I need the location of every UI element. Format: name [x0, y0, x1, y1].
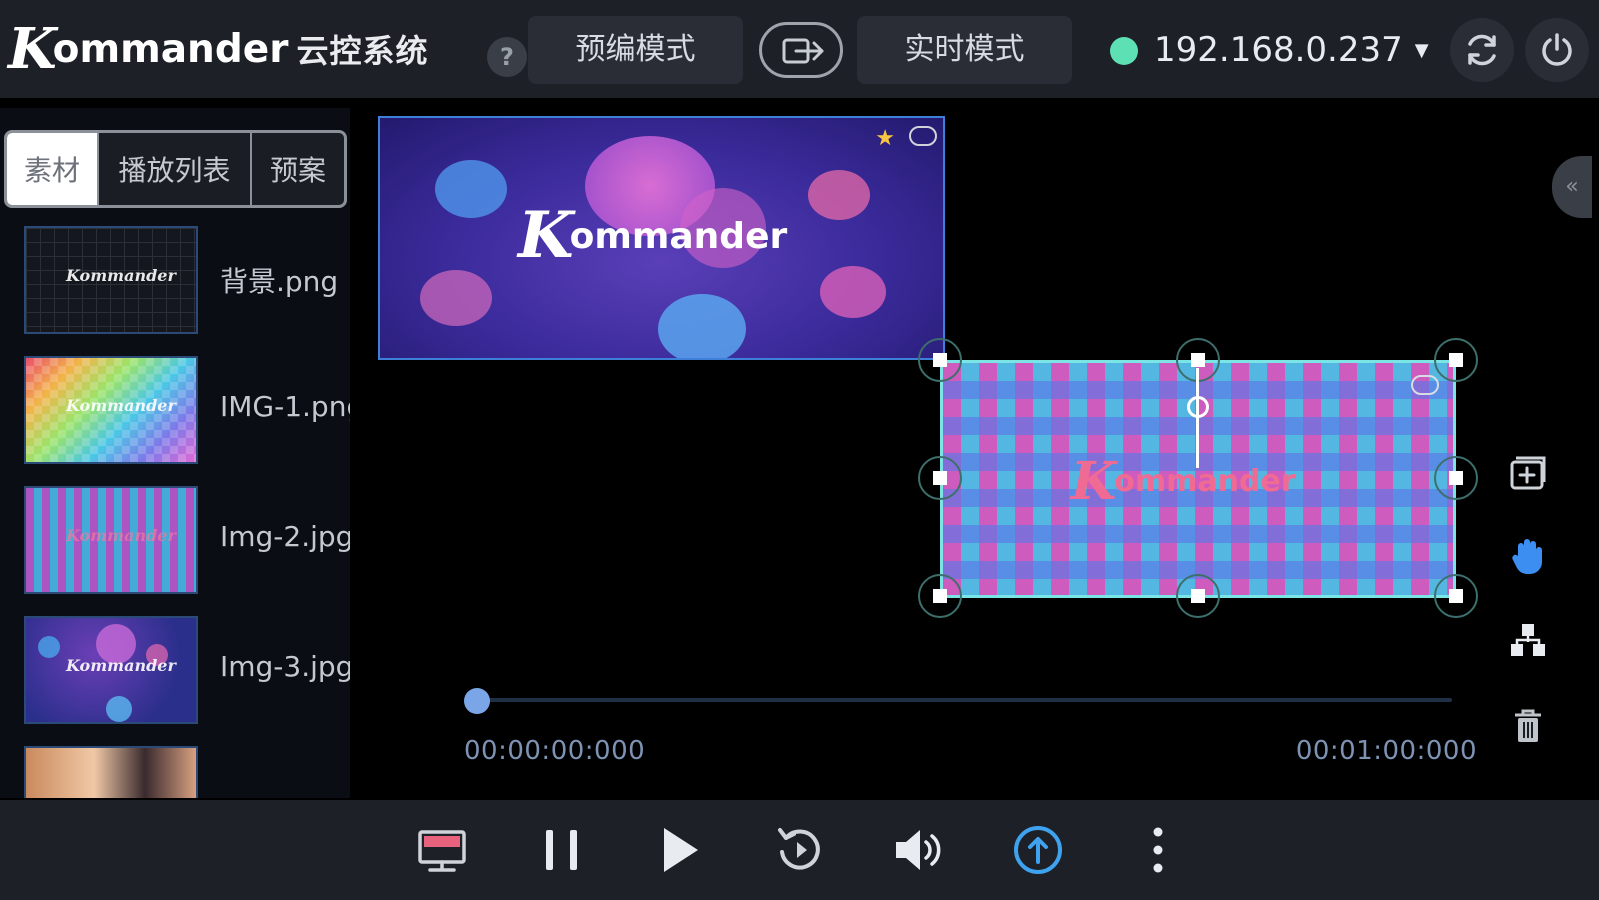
volume-button[interactable] [890, 822, 946, 878]
monitor-icon [418, 830, 466, 872]
list-item[interactable]: Kommander IMG-1.png [22, 356, 350, 486]
replay-button[interactable] [772, 822, 828, 878]
help-icon[interactable]: ? [487, 37, 527, 77]
delete-button[interactable] [1508, 706, 1548, 746]
trash-icon [1515, 709, 1541, 742]
media-name: IMG-1.png [220, 390, 350, 423]
top-bar: K ommander 云控系统 ? 预编模式 实时模式 192.168.0.23… [0, 0, 1599, 98]
timeline-scrubber[interactable] [464, 688, 490, 714]
volume-icon [896, 830, 941, 870]
power-button[interactable] [1525, 18, 1589, 82]
monitor-button[interactable] [414, 822, 470, 878]
media-name: Img-2.jpg [220, 520, 350, 553]
media-name: Img-3.jpg [220, 650, 350, 683]
loop-icon[interactable] [1411, 375, 1439, 395]
add-layer-icon [1510, 456, 1546, 490]
resize-handle-bottom[interactable] [1191, 589, 1205, 603]
list-item[interactable] [22, 746, 350, 798]
clip-logo-script: K [518, 198, 574, 273]
media-thumbnail: Kommander [24, 226, 198, 334]
preview-canvas[interactable]: K ommander ★ K ommander 00:00:00:000 00:… [360, 108, 1599, 798]
media-name: 背景.png [220, 265, 339, 298]
resize-handle-right[interactable] [1449, 471, 1463, 485]
timeline-track[interactable] [472, 698, 1452, 702]
resize-handle-bottom-left[interactable] [933, 589, 947, 603]
logo-subtitle: 云控系统 [296, 32, 429, 70]
ip-address: 192.168.0.237 [1154, 30, 1403, 70]
clip-logo: K ommander [518, 204, 787, 268]
clip-logo-wordmark: ommander [569, 215, 788, 257]
tab-playlist[interactable]: 播放列表 [99, 133, 252, 205]
refresh-button[interactable] [1450, 18, 1514, 82]
swap-arrow-icon [782, 38, 824, 64]
ip-select[interactable]: 192.168.0.237 ▼ [1154, 22, 1429, 78]
loop-icon[interactable] [909, 126, 937, 146]
replay-icon [778, 828, 820, 870]
app-logo: K ommander 云控系统 [8, 14, 428, 84]
list-item[interactable]: Kommander 背景.png [22, 226, 350, 356]
upload-button[interactable] [1010, 822, 1066, 878]
time-end: 00:01:00:000 [1295, 736, 1477, 766]
media-thumbnail: Kommander [24, 356, 198, 464]
distribute-button[interactable] [1508, 620, 1548, 660]
clip-badges: ★ [875, 126, 937, 151]
resize-handle-top[interactable] [1191, 353, 1205, 367]
hand-tool-button[interactable] [1508, 536, 1548, 576]
rotation-guide [1196, 368, 1199, 468]
clip-logo: K ommander [1071, 451, 1296, 512]
more-button[interactable] [1130, 822, 1186, 878]
distribute-icon [1511, 624, 1545, 656]
list-item[interactable]: Kommander Img-2.jpg [22, 486, 350, 616]
playback-bar [0, 800, 1599, 900]
thumbnail-logo: Kommander [66, 656, 176, 675]
canvas-clip-background[interactable]: K ommander ★ [378, 116, 945, 360]
connection-status-dot [1110, 37, 1138, 65]
thumbnail-logo: Kommander [66, 266, 176, 285]
hand-icon [1512, 539, 1542, 574]
media-thumbnail [24, 746, 198, 798]
mode-switch-button[interactable] [759, 22, 843, 78]
logo-wordmark: ommander [52, 26, 289, 72]
upload-icon [1014, 826, 1062, 874]
refresh-icon [1468, 34, 1496, 66]
chevron-down-icon: ▼ [1414, 39, 1429, 61]
thumbnail-logo: Kommander [66, 526, 176, 545]
power-icon [1542, 33, 1572, 66]
more-vertical-icon [1153, 827, 1163, 873]
clip-logo-wordmark: ommander [1114, 464, 1296, 499]
add-layer-button[interactable] [1508, 452, 1548, 492]
rotation-handle[interactable] [1187, 396, 1209, 418]
media-thumbnail: Kommander [24, 616, 198, 724]
play-icon [664, 828, 698, 872]
resize-handle-top-left[interactable] [933, 353, 947, 367]
resize-handle-bottom-right[interactable] [1449, 589, 1463, 603]
resize-handle-left[interactable] [933, 471, 947, 485]
list-item[interactable]: Kommander Img-3.jpg [22, 616, 350, 746]
tab-materials[interactable]: 素材 [7, 133, 99, 205]
tab-plans[interactable]: 预案 [252, 133, 344, 205]
realtime-mode-button[interactable]: 实时模式 [857, 16, 1072, 84]
logo-script: K [8, 16, 57, 82]
thumbnail-logo: Kommander [66, 396, 176, 415]
pause-button[interactable] [534, 822, 590, 878]
play-button[interactable] [652, 822, 708, 878]
resize-handle-top-right[interactable] [1449, 353, 1463, 367]
media-panel: 素材 播放列表 预案 Kommander 背景.png Kommander IM… [0, 108, 350, 798]
media-tabs: 素材 播放列表 预案 [4, 130, 347, 208]
star-icon[interactable]: ★ [875, 126, 895, 151]
pause-icon [546, 830, 577, 870]
preedit-mode-button[interactable]: 预编模式 [528, 16, 743, 84]
clip-logo-script: K [1071, 451, 1117, 512]
media-list: Kommander 背景.png Kommander IMG-1.png Kom… [22, 226, 350, 798]
media-thumbnail: Kommander [24, 486, 198, 594]
collapse-panel-button[interactable]: « [1552, 156, 1592, 218]
time-start: 00:00:00:000 [464, 736, 646, 766]
